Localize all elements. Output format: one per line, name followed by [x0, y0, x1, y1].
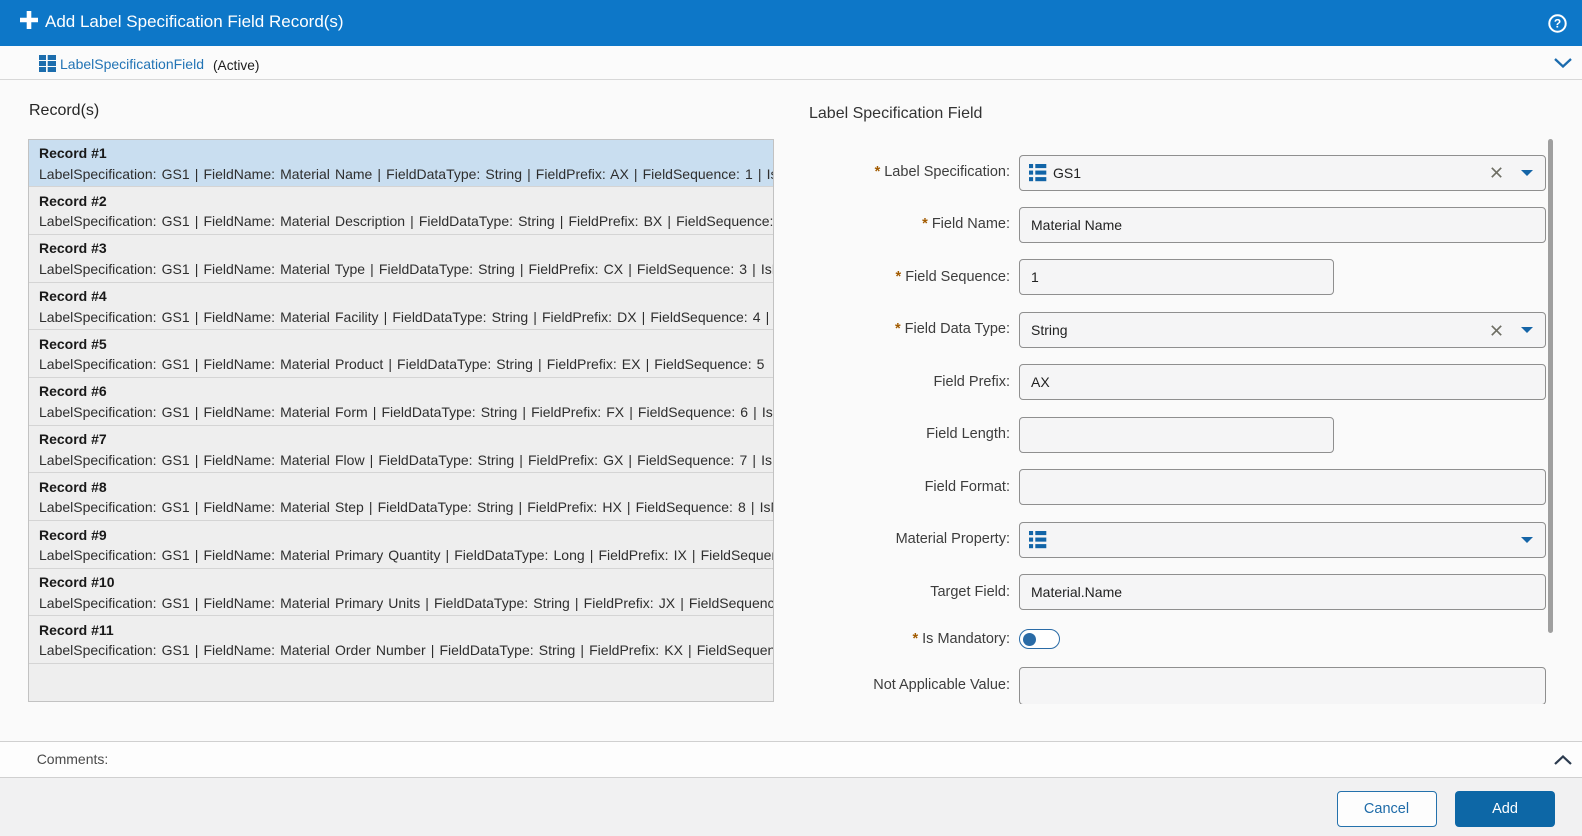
svg-text:?: ? [1554, 16, 1561, 30]
